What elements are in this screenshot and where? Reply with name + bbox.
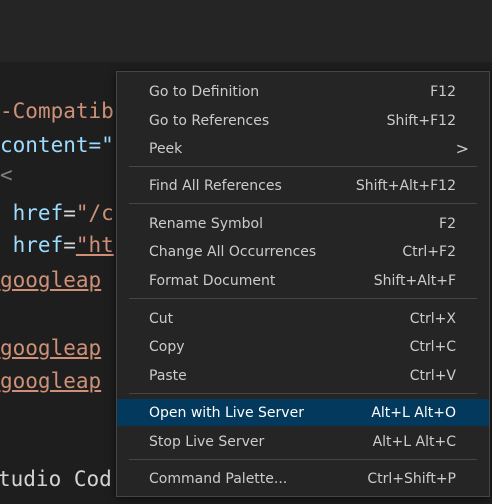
menu-item-label: Format Document — [149, 272, 276, 289]
code-token: = — [63, 233, 76, 257]
code-line: href="ht — [0, 232, 114, 258]
menu-item-shortcut: Ctrl+Shift+P — [367, 470, 456, 487]
menu-item-label: Go to References — [149, 112, 270, 129]
menu-separator — [129, 166, 477, 167]
menu-item-label: Paste — [149, 367, 187, 384]
editor-top-bar — [0, 0, 492, 62]
menu-item-rename-symbol[interactable]: Rename Symbol F2 — [117, 210, 489, 237]
menu-item-shortcut: Shift+F12 — [386, 112, 456, 129]
code-line: -Compatib — [0, 98, 114, 124]
menu-item-go-to-references[interactable]: Go to References Shift+F12 — [117, 107, 489, 134]
menu-item-label: Change All Occurrences — [149, 243, 317, 260]
menu-item-label: Cut — [149, 310, 174, 327]
menu-item-label: Command Palette... — [149, 470, 288, 487]
code-line: tudio Cod — [0, 466, 112, 492]
menu-item-shortcut: Ctrl+C — [409, 338, 456, 355]
menu-item-find-all-references[interactable]: Find All References Shift+Alt+F12 — [117, 172, 489, 199]
code-line: content=" — [0, 132, 114, 158]
menu-item-open-with-live-server[interactable]: Open with Live Server Alt+L Alt+O — [117, 399, 489, 426]
code-token: Compatib — [12, 99, 114, 123]
code-line: googleap — [0, 335, 101, 361]
menu-item-label: Peek — [149, 140, 183, 157]
code-token: href — [0, 201, 64, 225]
menu-item-command-palette[interactable]: Command Palette... Ctrl+Shift+P — [117, 465, 489, 492]
menu-item-change-all-occurrences[interactable]: Change All Occurrences Ctrl+F2 — [117, 238, 489, 265]
menu-item-shortcut: Shift+Alt+F12 — [355, 177, 456, 194]
chevron-right-icon: > — [455, 139, 469, 158]
menu-item-shortcut: Alt+L Alt+O — [371, 404, 456, 421]
menu-item-shortcut: Ctrl+V — [409, 367, 456, 384]
code-token: = — [63, 201, 76, 225]
code-token: < — [0, 163, 13, 187]
menu-item-label: Open with Live Server — [149, 404, 304, 421]
editor-context-menu: Go to Definition F12 Go to References Sh… — [116, 71, 490, 497]
menu-item-label: Rename Symbol — [149, 215, 264, 232]
menu-item-shortcut: Alt+L Alt+C — [372, 433, 456, 450]
code-token: googleap — [0, 336, 102, 360]
code-token: googleap — [0, 369, 102, 393]
menu-item-stop-live-server[interactable]: Stop Live Server Alt+L Alt+C — [117, 428, 489, 455]
menu-item-label: Stop Live Server — [149, 433, 265, 450]
menu-item-shortcut: Ctrl+X — [409, 310, 456, 327]
menu-item-copy[interactable]: Copy Ctrl+C — [117, 333, 489, 360]
menu-separator — [129, 459, 477, 460]
code-line: < — [0, 162, 13, 188]
code-line: href="/c — [0, 200, 114, 226]
menu-item-peek[interactable]: Peek > — [117, 135, 489, 162]
menu-item-cut[interactable]: Cut Ctrl+X — [117, 305, 489, 332]
code-token: "ht — [75, 233, 114, 257]
menu-item-label: Copy — [149, 338, 185, 355]
code-token: - — [0, 99, 13, 123]
code-line: googleap — [0, 267, 101, 293]
menu-item-label: Find All References — [149, 177, 282, 194]
menu-item-paste[interactable]: Paste Ctrl+V — [117, 362, 489, 389]
menu-separator — [129, 393, 477, 394]
menu-item-shortcut: Ctrl+F2 — [402, 243, 456, 260]
code-token: href — [0, 233, 64, 257]
menu-item-shortcut: F2 — [439, 215, 456, 232]
code-token: tudio Cod — [0, 467, 112, 491]
code-line: googleap — [0, 368, 101, 394]
code-token: content=" — [0, 133, 114, 157]
menu-item-format-document[interactable]: Format Document Shift+Alt+F — [117, 267, 489, 294]
menu-item-go-to-definition[interactable]: Go to Definition F12 — [117, 78, 489, 105]
code-token: googleap — [0, 268, 102, 292]
menu-separator — [129, 203, 477, 204]
menu-item-label: Go to Definition — [149, 83, 260, 100]
menu-item-shortcut: F12 — [430, 83, 456, 100]
menu-separator — [129, 298, 477, 299]
code-token: "/c — [75, 201, 114, 225]
menu-item-shortcut: Shift+Alt+F — [373, 272, 456, 289]
